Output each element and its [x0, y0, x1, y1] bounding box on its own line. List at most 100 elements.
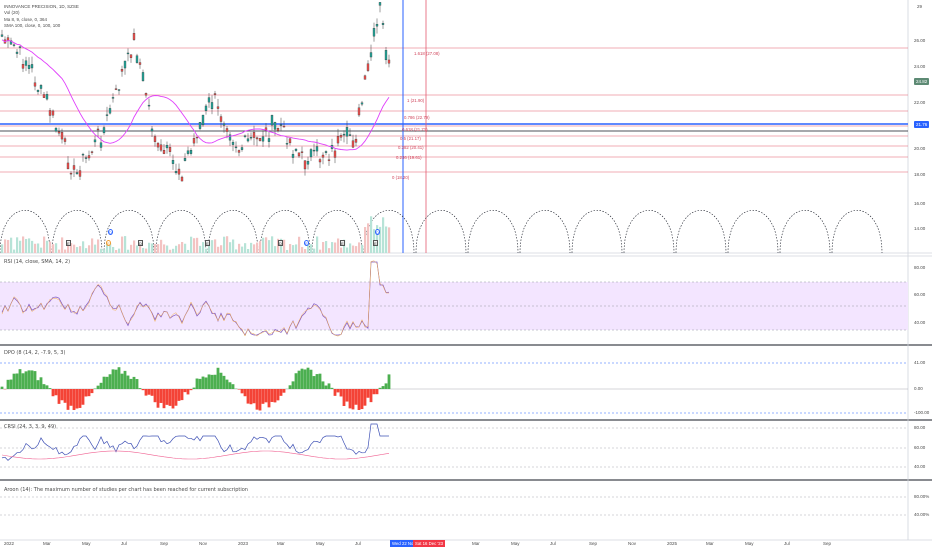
- volume-bar: [160, 239, 163, 253]
- volume-bar: [1, 244, 4, 253]
- candle-body: [36, 89, 40, 92]
- event-marker[interactable]: D: [278, 240, 283, 246]
- dpo-bar: [9, 379, 13, 389]
- time-tick: Jul: [550, 541, 556, 546]
- event-marker[interactable]: E: [340, 240, 345, 246]
- dpo-bar: [168, 389, 172, 406]
- dpo-bar: [84, 389, 88, 397]
- main-legend[interactable]: INNOVANCE PRECISION, 1D, SZSE Vol (20) M…: [4, 4, 79, 29]
- volume-bar: [253, 244, 256, 253]
- volume-bar: [244, 243, 247, 253]
- dpo-bar: [360, 389, 364, 410]
- fibonacci-levels[interactable]: [0, 47, 908, 173]
- candle-body: [6, 37, 10, 41]
- candle-body: [69, 172, 73, 175]
- candle-body: [12, 44, 16, 46]
- candle-body: [114, 88, 118, 90]
- candle-body: [51, 110, 55, 116]
- candle-body: [42, 94, 46, 98]
- event-marker[interactable]: E: [304, 240, 309, 246]
- candle-body: [240, 147, 244, 150]
- event-marker[interactable]: E: [205, 240, 210, 246]
- aroon-pane-label[interactable]: Aroon (14): The maximum number of studie…: [4, 487, 248, 493]
- event-marker[interactable]: E: [373, 240, 378, 246]
- candle-body: [135, 55, 139, 63]
- dpo-pane-label[interactable]: DPO (8 (14, 2, -7.9, 5, 3): [4, 350, 65, 356]
- volume-bar: [301, 246, 304, 253]
- rsi-pane-label[interactable]: RSI (14, close, SMA, 14, 2): [4, 259, 70, 265]
- volume-bar: [184, 243, 187, 253]
- candle-body: [90, 151, 94, 153]
- dpo-bar: [39, 377, 43, 389]
- dpo-bar: [369, 389, 373, 403]
- dpo-bar: [330, 387, 334, 389]
- candle-body: [171, 160, 175, 164]
- dpo-bar: [159, 389, 163, 403]
- volume-bar: [331, 242, 334, 253]
- dpo-bar: [282, 389, 286, 393]
- volume-bar: [313, 248, 316, 253]
- volume-bar: [271, 236, 274, 253]
- volume-bar: [283, 239, 286, 253]
- time-tick: Sep: [823, 541, 832, 546]
- volume-bar: [247, 249, 250, 253]
- candle-body: [279, 124, 283, 126]
- event-marker[interactable]: D: [138, 240, 143, 246]
- dpo-bar: [306, 367, 310, 389]
- crsi-pane-label[interactable]: CRSI (24, 3, 3, 9, 49): [4, 424, 56, 430]
- volume-bar: [226, 236, 229, 253]
- candle-body: [156, 142, 160, 148]
- candle-body: [108, 108, 112, 114]
- cycle-arcs[interactable]: [0, 210, 883, 254]
- candle-body: [252, 132, 256, 138]
- volume-bar: [64, 249, 67, 253]
- dpo-bar: [372, 389, 376, 395]
- volume-bar: [328, 248, 331, 253]
- cycle-arc: [519, 210, 571, 254]
- event-marker[interactable]: D: [375, 229, 380, 235]
- legend-line-3[interactable]: SMA 100, close, 0, 100, 100: [4, 23, 79, 29]
- dpo-bar: [27, 370, 31, 389]
- candle-body: [39, 85, 43, 89]
- dpo-bar: [192, 387, 196, 389]
- volume-bar: [352, 245, 355, 253]
- time-tick: 2023: [238, 541, 249, 546]
- volume-bar: [127, 249, 130, 253]
- volume-bar: [274, 246, 277, 253]
- dpo-bar: [318, 373, 322, 389]
- volume-bar: [349, 243, 352, 253]
- volume-bar: [211, 240, 214, 253]
- volume-bar: [217, 246, 220, 253]
- candle-body: [297, 152, 301, 157]
- candle-body: [180, 176, 184, 182]
- event-marker[interactable]: D: [108, 229, 113, 235]
- cycle-arc: [831, 210, 883, 254]
- dpo-bar: [324, 385, 328, 389]
- candle-body: [66, 162, 70, 170]
- volume-bar: [82, 241, 85, 253]
- dpo-bar: [66, 389, 70, 410]
- aroon-tick: 40.00%: [914, 512, 930, 517]
- time-axis[interactable]: 2022 Mar May Jul Sep Nov 2023 Mar May Jul Sep Nov Ma…: [0, 540, 908, 550]
- volume-bar: [235, 249, 238, 253]
- candle-body: [360, 102, 364, 105]
- cycle-arc: [727, 210, 779, 254]
- event-marker[interactable]: E: [66, 240, 71, 246]
- event-marker[interactable]: E: [106, 240, 111, 246]
- dpo-bar: [249, 389, 253, 405]
- time-tick: Mar: [43, 541, 51, 546]
- candle-body: [363, 75, 367, 80]
- candle-body: [348, 134, 352, 136]
- candle-body: [231, 141, 235, 145]
- volume-bar: [202, 242, 205, 253]
- price-tick: 22.00: [914, 100, 926, 105]
- candle-body: [255, 137, 259, 140]
- candle-body: [249, 136, 253, 139]
- crsi-tick: 60.00: [914, 445, 926, 450]
- volume-bar: [61, 237, 64, 253]
- chart-canvas[interactable]: [0, 0, 932, 550]
- candle-body: [129, 54, 133, 58]
- dpo-bar: [333, 389, 337, 396]
- dpo-bar: [228, 382, 232, 389]
- volume-bar: [31, 240, 34, 253]
